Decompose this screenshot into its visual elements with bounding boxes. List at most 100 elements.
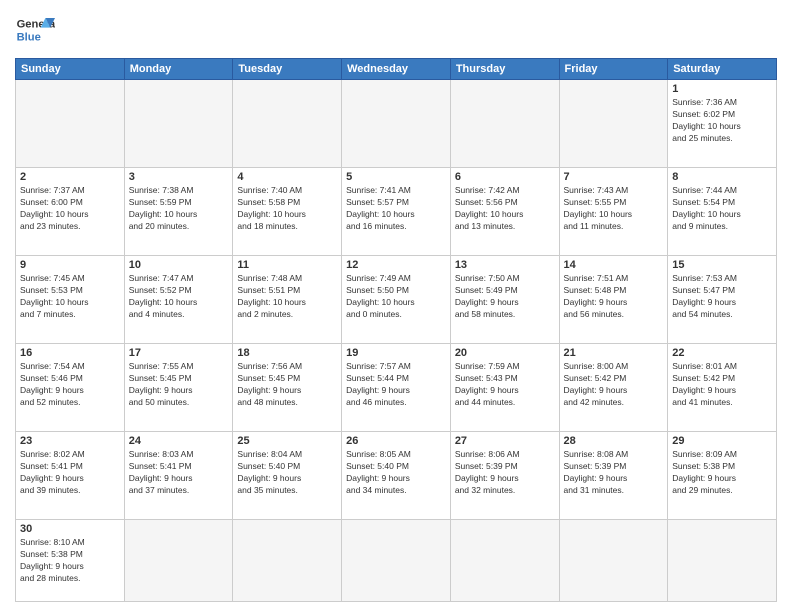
day-cell: 5 Sunrise: 7:41 AM Sunset: 5:57 PM Daylig… [342,168,451,256]
day-number: 15 [672,259,772,271]
day-number: 20 [455,347,555,359]
day-number: 6 [455,171,555,183]
day-number: 9 [20,259,120,271]
day-cell: 23 Sunrise: 8:02 AM Sunset: 5:41 PM Dayli… [16,432,125,520]
day-number: 8 [672,171,772,183]
day-number: 18 [237,347,337,359]
day-info: Sunrise: 7:57 AM Sunset: 5:44 PM Dayligh… [346,361,446,409]
day-cell: 27 Sunrise: 8:06 AM Sunset: 5:39 PM Dayli… [450,432,559,520]
day-cell: 24 Sunrise: 8:03 AM Sunset: 5:41 PM Dayli… [124,432,233,520]
day-number: 28 [564,435,664,447]
day-info: Sunrise: 7:38 AM Sunset: 5:59 PM Dayligh… [129,185,229,233]
day-cell [668,520,777,602]
day-info: Sunrise: 7:42 AM Sunset: 5:56 PM Dayligh… [455,185,555,233]
week-row-5: 30Sunrise: 8:10 AM Sunset: 5:38 PM Dayli… [16,520,777,602]
day-number: 30 [20,523,120,535]
day-number: 13 [455,259,555,271]
weekday-header-wednesday: Wednesday [342,59,451,80]
day-cell: 18 Sunrise: 7:56 AM Sunset: 5:45 PM Dayli… [233,344,342,432]
day-info: Sunrise: 8:08 AM Sunset: 5:39 PM Dayligh… [564,449,664,497]
day-number: 3 [129,171,229,183]
day-cell [342,520,451,602]
day-cell [233,520,342,602]
day-info: Sunrise: 7:43 AM Sunset: 5:55 PM Dayligh… [564,185,664,233]
day-cell: 13 Sunrise: 7:50 AM Sunset: 5:49 PM Dayli… [450,256,559,344]
day-cell: 22Sunrise: 8:01 AM Sunset: 5:42 PM Dayli… [668,344,777,432]
day-cell: 7 Sunrise: 7:43 AM Sunset: 5:55 PM Daylig… [559,168,668,256]
week-row-4: 23 Sunrise: 8:02 AM Sunset: 5:41 PM Dayli… [16,432,777,520]
day-cell [559,80,668,168]
logo-icon: General Blue [15,10,55,50]
day-number: 10 [129,259,229,271]
weekday-header-sunday: Sunday [16,59,125,80]
day-cell: 16Sunrise: 7:54 AM Sunset: 5:46 PM Dayli… [16,344,125,432]
week-row-0: 1Sunrise: 7:36 AM Sunset: 6:02 PM Daylig… [16,80,777,168]
week-row-1: 2 Sunrise: 7:37 AM Sunset: 6:00 PM Daylig… [16,168,777,256]
weekday-header-row: SundayMondayTuesdayWednesdayThursdayFrid… [16,59,777,80]
day-number: 5 [346,171,446,183]
week-row-3: 16Sunrise: 7:54 AM Sunset: 5:46 PM Dayli… [16,344,777,432]
day-number: 25 [237,435,337,447]
day-number: 23 [20,435,120,447]
day-info: Sunrise: 7:51 AM Sunset: 5:48 PM Dayligh… [564,273,664,321]
day-cell: 2 Sunrise: 7:37 AM Sunset: 6:00 PM Daylig… [16,168,125,256]
day-info: Sunrise: 7:45 AM Sunset: 5:53 PM Dayligh… [20,273,120,321]
day-info: Sunrise: 7:41 AM Sunset: 5:57 PM Dayligh… [346,185,446,233]
day-cell: 15 Sunrise: 7:53 AM Sunset: 5:47 PM Dayli… [668,256,777,344]
weekday-header-tuesday: Tuesday [233,59,342,80]
day-info: Sunrise: 8:03 AM Sunset: 5:41 PM Dayligh… [129,449,229,497]
day-info: Sunrise: 7:37 AM Sunset: 6:00 PM Dayligh… [20,185,120,233]
day-info: Sunrise: 7:59 AM Sunset: 5:43 PM Dayligh… [455,361,555,409]
day-info: Sunrise: 8:02 AM Sunset: 5:41 PM Dayligh… [20,449,120,497]
day-cell: 11 Sunrise: 7:48 AM Sunset: 5:51 PM Dayli… [233,256,342,344]
day-cell: 19Sunrise: 7:57 AM Sunset: 5:44 PM Dayli… [342,344,451,432]
day-cell [233,80,342,168]
day-info: Sunrise: 7:40 AM Sunset: 5:58 PM Dayligh… [237,185,337,233]
day-info: Sunrise: 8:01 AM Sunset: 5:42 PM Dayligh… [672,361,772,409]
day-cell: 4 Sunrise: 7:40 AM Sunset: 5:58 PM Daylig… [233,168,342,256]
day-number: 17 [129,347,229,359]
day-number: 29 [672,435,772,447]
day-cell: 30Sunrise: 8:10 AM Sunset: 5:38 PM Dayli… [16,520,125,602]
day-info: Sunrise: 7:48 AM Sunset: 5:51 PM Dayligh… [237,273,337,321]
day-number: 24 [129,435,229,447]
day-info: Sunrise: 8:09 AM Sunset: 5:38 PM Dayligh… [672,449,772,497]
day-info: Sunrise: 7:55 AM Sunset: 5:45 PM Dayligh… [129,361,229,409]
day-number: 11 [237,259,337,271]
day-number: 7 [564,171,664,183]
day-cell: 20 Sunrise: 7:59 AM Sunset: 5:43 PM Dayli… [450,344,559,432]
day-cell: 12Sunrise: 7:49 AM Sunset: 5:50 PM Dayli… [342,256,451,344]
day-cell: 21Sunrise: 8:00 AM Sunset: 5:42 PM Dayli… [559,344,668,432]
day-info: Sunrise: 7:56 AM Sunset: 5:45 PM Dayligh… [237,361,337,409]
day-cell: 26Sunrise: 8:05 AM Sunset: 5:40 PM Dayli… [342,432,451,520]
day-cell [124,520,233,602]
day-cell: 29 Sunrise: 8:09 AM Sunset: 5:38 PM Dayli… [668,432,777,520]
day-number: 14 [564,259,664,271]
day-cell: 17 Sunrise: 7:55 AM Sunset: 5:45 PM Dayli… [124,344,233,432]
day-cell [450,80,559,168]
day-number: 21 [564,347,664,359]
day-number: 4 [237,171,337,183]
day-cell [450,520,559,602]
day-cell: 28 Sunrise: 8:08 AM Sunset: 5:39 PM Dayli… [559,432,668,520]
day-cell: 10Sunrise: 7:47 AM Sunset: 5:52 PM Dayli… [124,256,233,344]
day-cell: 14 Sunrise: 7:51 AM Sunset: 5:48 PM Dayli… [559,256,668,344]
calendar-table: SundayMondayTuesdayWednesdayThursdayFrid… [15,58,777,602]
day-info: Sunrise: 8:06 AM Sunset: 5:39 PM Dayligh… [455,449,555,497]
day-number: 2 [20,171,120,183]
day-number: 27 [455,435,555,447]
day-cell: 25Sunrise: 8:04 AM Sunset: 5:40 PM Dayli… [233,432,342,520]
weekday-header-monday: Monday [124,59,233,80]
day-info: Sunrise: 7:53 AM Sunset: 5:47 PM Dayligh… [672,273,772,321]
weekday-header-thursday: Thursday [450,59,559,80]
day-info: Sunrise: 8:05 AM Sunset: 5:40 PM Dayligh… [346,449,446,497]
day-cell [559,520,668,602]
day-info: Sunrise: 7:49 AM Sunset: 5:50 PM Dayligh… [346,273,446,321]
day-cell: 3 Sunrise: 7:38 AM Sunset: 5:59 PM Daylig… [124,168,233,256]
logo: General Blue [15,10,55,50]
day-info: Sunrise: 7:50 AM Sunset: 5:49 PM Dayligh… [455,273,555,321]
weekday-header-friday: Friday [559,59,668,80]
svg-text:Blue: Blue [17,31,41,43]
page: General Blue SundayMondayTuesdayWednesda… [0,0,792,612]
day-cell: 8Sunrise: 7:44 AM Sunset: 5:54 PM Daylig… [668,168,777,256]
